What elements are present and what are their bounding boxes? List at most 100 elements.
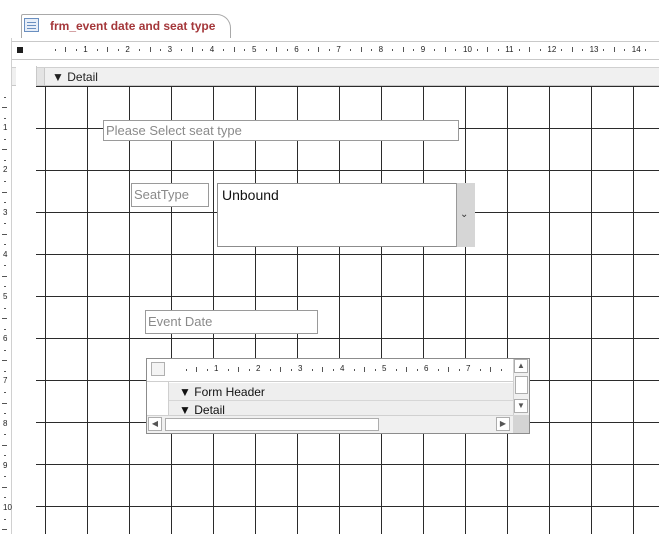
ruler-number: 3 bbox=[3, 207, 8, 217]
event-date-text: Event Date bbox=[148, 314, 213, 329]
ruler-tick bbox=[2, 149, 7, 151]
ruler-number: 5 bbox=[3, 292, 8, 301]
ruler-tick bbox=[2, 191, 7, 193]
combo-dropdown-button[interactable]: ⌄ bbox=[456, 183, 475, 247]
ruler-tick bbox=[54, 49, 56, 51]
ruler-tick bbox=[2, 444, 7, 446]
ruler-tick bbox=[353, 369, 355, 371]
form-icon bbox=[24, 18, 39, 32]
ruler-tick bbox=[311, 369, 313, 371]
seat-type-combo[interactable]: Unbound ⌄ bbox=[217, 183, 475, 247]
ruler-tick bbox=[571, 47, 573, 52]
ruler-tick bbox=[603, 49, 605, 51]
ruler-tick bbox=[4, 370, 6, 372]
ruler-number: 5 bbox=[382, 364, 387, 373]
scroll-right-icon[interactable]: ▶ bbox=[496, 417, 510, 431]
ruler-tick bbox=[2, 486, 7, 488]
subform-control[interactable]: 1 2 3 4 5 6 7 ▼ Form Header ▼ Detail ▲ ▼ ◀ ▶ bbox=[146, 358, 530, 434]
detail-section-bar[interactable]: ▼ Detail bbox=[12, 67, 659, 86]
ruler-tick bbox=[371, 49, 373, 51]
ruler-tick bbox=[479, 369, 481, 371]
seattype-label[interactable]: SeatType bbox=[131, 183, 209, 207]
scroll-up-icon[interactable]: ▲ bbox=[514, 359, 528, 373]
ruler-tick bbox=[374, 369, 376, 371]
subform-ruler: 1 2 3 4 5 6 7 bbox=[147, 359, 513, 382]
ruler-tick bbox=[196, 367, 197, 372]
ruler-tick bbox=[2, 107, 7, 109]
scrollbar-corner bbox=[513, 415, 529, 433]
subform-row-selectors bbox=[151, 381, 169, 415]
ruler-number: 7 bbox=[466, 364, 471, 373]
ruler-tick bbox=[406, 367, 407, 372]
ruler-tick bbox=[65, 47, 67, 52]
ruler-number: 10 bbox=[3, 503, 12, 512]
vertical-ruler[interactable]: 1 2 3 4 5 6 7 8 9 10 bbox=[2, 66, 37, 534]
form-selector-square[interactable] bbox=[17, 47, 23, 53]
horizontal-scroll-thumb[interactable] bbox=[165, 418, 379, 431]
ruler-number: 11 bbox=[505, 45, 514, 54]
design-grid[interactable] bbox=[36, 86, 659, 534]
ruler-tick bbox=[4, 413, 6, 415]
ruler-tick bbox=[413, 49, 415, 51]
ruler-tick bbox=[2, 360, 7, 362]
ruler-tick bbox=[290, 369, 292, 371]
scroll-left-icon[interactable]: ◀ bbox=[148, 417, 162, 431]
ruler-tick bbox=[395, 369, 397, 371]
ruler-tick bbox=[529, 47, 531, 52]
ruler-tick bbox=[238, 367, 239, 372]
ruler-tick bbox=[4, 434, 6, 436]
subform-vertical-scrollbar[interactable]: ▲ ▼ bbox=[513, 359, 529, 415]
combo-value: Unbound bbox=[222, 187, 279, 203]
ruler-tick bbox=[4, 265, 6, 267]
ruler-tick bbox=[500, 369, 502, 371]
ruler-tick bbox=[107, 47, 109, 52]
seat-prompt-label[interactable]: Please Select seat type bbox=[103, 120, 459, 141]
ruler-tick bbox=[307, 49, 309, 51]
ruler-number: 5 bbox=[252, 45, 257, 54]
ruler-number: 4 bbox=[3, 249, 8, 259]
event-date-field[interactable]: Event Date bbox=[145, 310, 318, 334]
ruler-tick bbox=[4, 159, 6, 161]
ruler-tick bbox=[202, 49, 204, 51]
ruler-number: 6 bbox=[3, 334, 8, 344]
ruler-tick bbox=[2, 275, 7, 277]
ruler-tick bbox=[227, 369, 229, 371]
ruler-tick bbox=[206, 369, 208, 371]
ruler-tick bbox=[149, 47, 151, 52]
form-design-tab[interactable]: frm_event date and seat type bbox=[21, 14, 231, 38]
ruler-tick bbox=[4, 476, 6, 478]
ruler-tick bbox=[4, 223, 6, 225]
ruler-tick bbox=[4, 328, 6, 330]
ruler-tick bbox=[518, 49, 520, 51]
detail-label-text: Detail bbox=[67, 70, 98, 84]
ruler-tick bbox=[402, 47, 404, 52]
ruler-tick bbox=[360, 47, 362, 52]
seattype-label-text: SeatType bbox=[134, 187, 189, 202]
ruler-tick bbox=[497, 49, 499, 51]
ruler-tick bbox=[328, 49, 330, 51]
scroll-down-icon[interactable]: ▼ bbox=[514, 399, 528, 413]
subform-form-header-bar[interactable]: ▼ Form Header bbox=[169, 383, 513, 401]
ruler-tick bbox=[487, 47, 489, 52]
ruler-tick bbox=[138, 49, 140, 51]
ruler-number: 3 bbox=[167, 45, 173, 54]
ruler-number: 4 bbox=[209, 45, 215, 54]
ruler-tick bbox=[476, 49, 478, 51]
ruler-tick bbox=[332, 369, 334, 371]
ruler-tick bbox=[349, 49, 351, 51]
horizontal-ruler[interactable]: 1 2 3 4 5 6 7 8 9 10 11 12 13 14 bbox=[12, 41, 659, 60]
ruler-tick bbox=[455, 49, 457, 51]
ruler-tick bbox=[286, 49, 288, 51]
ruler-tick bbox=[280, 367, 281, 372]
document-tab-bar: frm_event date and seat type bbox=[0, 0, 659, 38]
subform-selector-square[interactable] bbox=[151, 362, 165, 376]
ruler-tick bbox=[160, 49, 162, 51]
section-arrow-icon: ▼ bbox=[52, 70, 64, 84]
ruler-number: 4 bbox=[340, 364, 345, 373]
vertical-scroll-thumb[interactable] bbox=[515, 376, 528, 394]
subform-detail-bar[interactable]: ▼ Detail bbox=[169, 401, 513, 416]
ruler-tick bbox=[4, 96, 6, 98]
subform-horizontal-scrollbar[interactable]: ◀ ▶ bbox=[147, 415, 513, 433]
ruler-tick bbox=[233, 47, 235, 52]
ruler-number: 6 bbox=[294, 45, 299, 54]
